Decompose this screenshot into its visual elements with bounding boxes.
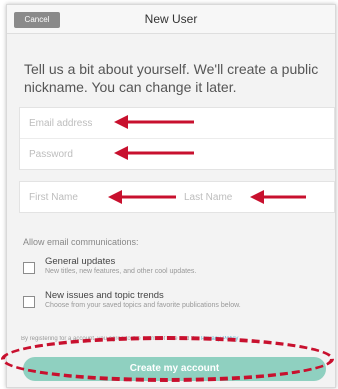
annotation-arrow-password <box>114 146 194 160</box>
dialog-title: New User <box>144 12 198 26</box>
terms-prefix: By registering for a <box>21 336 74 342</box>
topic-trends-title: New issues and topic trends <box>45 290 164 301</box>
topic-trends-checkbox[interactable] <box>23 296 35 308</box>
general-updates-checkbox[interactable] <box>23 262 35 274</box>
privacy-policy-link[interactable]: Privacy Policy <box>201 336 238 342</box>
dialog-titlebar: Cancel New User <box>7 5 335 34</box>
topic-trends-description: Choose from your saved topics and favori… <box>45 302 241 309</box>
email-communications-label: Allow email communications: <box>23 237 139 247</box>
annotation-arrow-email <box>114 115 194 129</box>
general-updates-description: New titles, new features, and other cool… <box>45 268 197 275</box>
annotation-arrow-last-name <box>250 190 306 204</box>
terms-text: By registering for a account, you agree … <box>21 336 331 342</box>
general-updates-title: General updates <box>45 256 116 267</box>
terms-and: and the <box>177 336 202 342</box>
terms-middle: account, you agree to the Terms of Use <box>73 336 178 342</box>
intro-text: Tell us a bit about yourself. We'll crea… <box>24 61 319 95</box>
annotation-arrow-first-name <box>108 190 176 204</box>
create-account-button[interactable]: Create my account <box>23 357 326 381</box>
